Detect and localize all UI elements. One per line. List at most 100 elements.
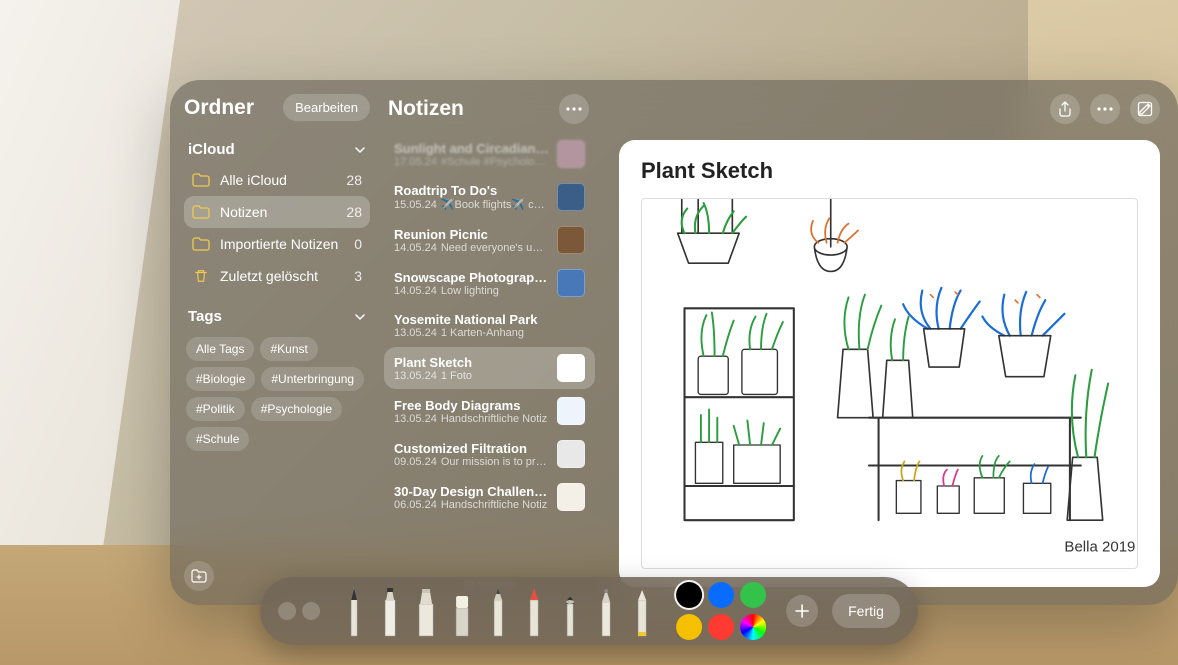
- note-item[interactable]: Roadtrip To Do's15.05.24✈️Book flights✈️…: [384, 176, 595, 218]
- plant-sketch-drawing: Bella 2019: [642, 199, 1137, 568]
- tool-highlighter[interactable]: [412, 584, 440, 638]
- color-swatch[interactable]: [676, 582, 702, 608]
- folder-label: Alle iCloud: [220, 172, 346, 188]
- drawing-tool-palette: Fertig: [260, 577, 918, 645]
- folder-item-alle-icloud[interactable]: Alle iCloud28: [184, 164, 370, 196]
- note-item-subtitle: 13.05.24Handschriftliche Notiz: [394, 413, 549, 425]
- new-folder-button[interactable]: [184, 561, 214, 591]
- note-thumbnail: [557, 354, 585, 382]
- tool-marker[interactable]: [376, 584, 404, 638]
- tool-crayon[interactable]: [520, 584, 548, 638]
- add-tool-button[interactable]: [786, 595, 818, 627]
- note-item-title: Roadtrip To Do's: [394, 183, 549, 198]
- folder-item-notizen[interactable]: Notizen28: [184, 196, 370, 228]
- folder-item-zuletzt-gelöscht[interactable]: Zuletzt gelöscht3: [184, 260, 370, 292]
- note-item-subtitle: 14.05.24Low lighting: [394, 285, 549, 297]
- folder-icon: [192, 237, 210, 251]
- ellipsis-icon: [566, 107, 582, 111]
- note-thumbnail: [557, 269, 585, 297]
- note-item[interactable]: Customized Filtration09.05.24Our mission…: [384, 433, 595, 475]
- ellipsis-icon: [1097, 107, 1113, 111]
- tool-pen[interactable]: [340, 584, 368, 638]
- section-tags[interactable]: Tags: [184, 302, 370, 331]
- folder-label: Importierte Notizen: [220, 236, 354, 252]
- color-swatch[interactable]: [708, 614, 734, 640]
- note-item-subtitle: 09.05.24Our mission is to provid…: [394, 456, 549, 468]
- note-thumbnail: [557, 140, 585, 168]
- tag-schule[interactable]: #Schule: [186, 427, 249, 451]
- done-button[interactable]: Fertig: [832, 594, 900, 628]
- note-item-title: 30-Day Design Challenge: [394, 484, 549, 499]
- note-item-subtitle: 17.05.24#Schule #Psychologie #…: [394, 156, 549, 168]
- note-item[interactable]: Yosemite National Park13.05.241 Karten-A…: [384, 305, 595, 346]
- note-item[interactable]: 30-Day Design Challenge06.05.24Handschri…: [384, 476, 595, 518]
- color-swatch[interactable]: [740, 582, 766, 608]
- content-more-button[interactable]: [1090, 94, 1120, 124]
- compose-button[interactable]: [1130, 94, 1160, 124]
- share-icon: [1058, 101, 1072, 117]
- note-thumbnail: [557, 483, 585, 511]
- tag-politik[interactable]: #Politik: [186, 397, 245, 421]
- share-button[interactable]: [1050, 94, 1080, 124]
- color-swatch[interactable]: [676, 614, 702, 640]
- app-window: Ordner Bearbeiten iCloud Alle iCloud28No…: [170, 80, 1178, 605]
- edit-button[interactable]: Bearbeiten: [283, 94, 370, 121]
- folder-count: 28: [346, 204, 362, 220]
- note-item-subtitle: 14.05.24Need everyone's update…: [394, 242, 549, 254]
- tool-eraser[interactable]: [448, 584, 476, 638]
- compose-icon: [1137, 101, 1153, 117]
- note-item-title: Customized Filtration: [394, 441, 549, 456]
- note-item-title: Snowscape Photography: [394, 270, 549, 285]
- note-item[interactable]: Plant Sketch13.05.241 Foto: [384, 347, 595, 389]
- folder-item-importierte-notizen[interactable]: Importierte Notizen0: [184, 228, 370, 260]
- tag-unterbringung[interactable]: #Unterbringung: [261, 367, 364, 391]
- tool-brush[interactable]: [556, 584, 584, 638]
- note-item[interactable]: Free Body Diagrams13.05.24Handschriftlic…: [384, 390, 595, 432]
- chevron-down-icon: [354, 144, 366, 156]
- notes-column: Notizen Sunlight and Circadian Rhyt…17.0…: [380, 80, 605, 605]
- note-item-title: Reunion Picnic: [394, 227, 549, 242]
- tag-biologie[interactable]: #Biologie: [186, 367, 255, 391]
- tag-kunst[interactable]: #Kunst: [260, 337, 317, 361]
- note-item-subtitle: 13.05.241 Karten-Anhang: [394, 327, 585, 339]
- note-item-title: Yosemite National Park: [394, 312, 585, 327]
- note-item[interactable]: Reunion Picnic14.05.24Need everyone's up…: [384, 219, 595, 261]
- color-swatch[interactable]: [740, 614, 766, 640]
- note-item[interactable]: Snowscape Photography14.05.24Low lightin…: [384, 262, 595, 304]
- tool-pencil[interactable]: [484, 584, 512, 638]
- trash-icon: [192, 269, 210, 283]
- folder-label: Notizen: [220, 204, 346, 220]
- chevron-down-icon: [354, 311, 366, 323]
- folder-icon: [192, 173, 210, 187]
- folder-plus-icon: [191, 569, 207, 583]
- tag-psychologie[interactable]: #Psychologie: [251, 397, 342, 421]
- note-thumbnail: [557, 226, 585, 254]
- tag-alle-tags[interactable]: Alle Tags: [186, 337, 254, 361]
- folder-count: 3: [354, 268, 362, 284]
- color-swatch[interactable]: [708, 582, 734, 608]
- tool-fill[interactable]: [628, 584, 656, 638]
- note-item-title: Free Body Diagrams: [394, 398, 549, 413]
- note-item[interactable]: Sunlight and Circadian Rhyt…17.05.24#Sch…: [384, 133, 595, 175]
- folder-count: 28: [346, 172, 362, 188]
- tool-watercolor[interactable]: [592, 584, 620, 638]
- note-thumbnail: [557, 440, 585, 468]
- sidebar-title: Ordner: [184, 96, 254, 120]
- note-item-subtitle: 06.05.24Handschriftliche Notiz: [394, 499, 549, 511]
- notes-more-button[interactable]: [559, 94, 589, 124]
- note-thumbnail: [557, 183, 585, 211]
- folder-label: Zuletzt gelöscht: [220, 268, 354, 284]
- svg-text:Bella 2019: Bella 2019: [1064, 539, 1135, 556]
- sketch-area[interactable]: Bella 2019: [641, 198, 1138, 569]
- note-thumbnail: [557, 397, 585, 425]
- folder-icon: [192, 205, 210, 219]
- note-item-subtitle: 15.05.24✈️Book flights✈️ chec…: [394, 198, 549, 211]
- note-item-subtitle: 13.05.241 Foto: [394, 370, 549, 382]
- palette-handle[interactable]: [278, 602, 320, 620]
- sidebar: Ordner Bearbeiten iCloud Alle iCloud28No…: [170, 80, 380, 605]
- content-area: Plant Sketch: [605, 80, 1178, 605]
- folder-count: 0: [354, 236, 362, 252]
- section-icloud[interactable]: iCloud: [184, 135, 370, 164]
- notes-title: Notizen: [388, 97, 464, 121]
- plus-icon: [794, 603, 810, 619]
